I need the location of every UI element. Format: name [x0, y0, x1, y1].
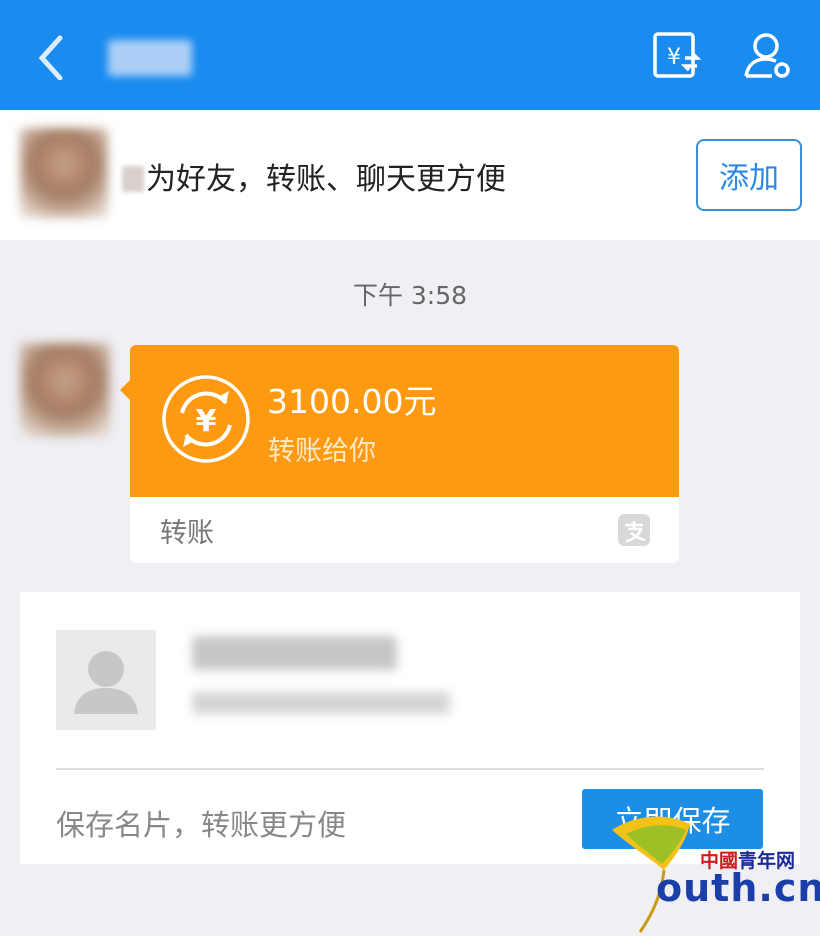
- person-icon: [74, 651, 138, 714]
- transfer-card-header: ¥ 3100.00元 转账给你: [130, 345, 679, 497]
- transfer-message-card[interactable]: ¥ 3100.00元 转账给你 转账: [130, 345, 679, 563]
- save-card-prompt: 保存名片，转账更方便: [56, 808, 347, 842]
- blurred-name-mask: [122, 166, 144, 192]
- back-arrow-icon[interactable]: [36, 30, 76, 80]
- blurred-contact-account: [192, 692, 450, 714]
- contact-profile-icon[interactable]: [742, 30, 792, 82]
- default-avatar: [56, 630, 156, 730]
- svg-text:¥: ¥: [196, 404, 217, 439]
- watermark-english: outh.cn: [656, 866, 820, 910]
- transfer-subtitle: 转账给你: [268, 436, 376, 467]
- contact-name-title: [108, 40, 192, 76]
- add-friend-prompt-text: 为好友，转账、聊天更方便: [146, 162, 506, 197]
- transfer-footer-label: 转账: [160, 518, 214, 549]
- add-friend-prompt: 为好友，转账、聊天更方便: [122, 154, 506, 198]
- message-timestamp: 下午 3:58: [352, 281, 468, 310]
- transfer-amount: 3100.00元: [267, 382, 437, 421]
- divider: [56, 768, 764, 770]
- sender-avatar: [20, 128, 108, 218]
- top-navigation-bar: ¥: [0, 0, 820, 110]
- transfer-icon[interactable]: ¥: [652, 30, 702, 82]
- alipay-icon: [618, 514, 650, 546]
- message-sender-avatar[interactable]: [20, 343, 110, 437]
- svg-text:¥: ¥: [667, 45, 681, 70]
- blurred-contact-name: [192, 636, 397, 670]
- add-friend-button[interactable]: 添加: [696, 139, 802, 211]
- transfer-coin-icon: ¥: [162, 375, 250, 463]
